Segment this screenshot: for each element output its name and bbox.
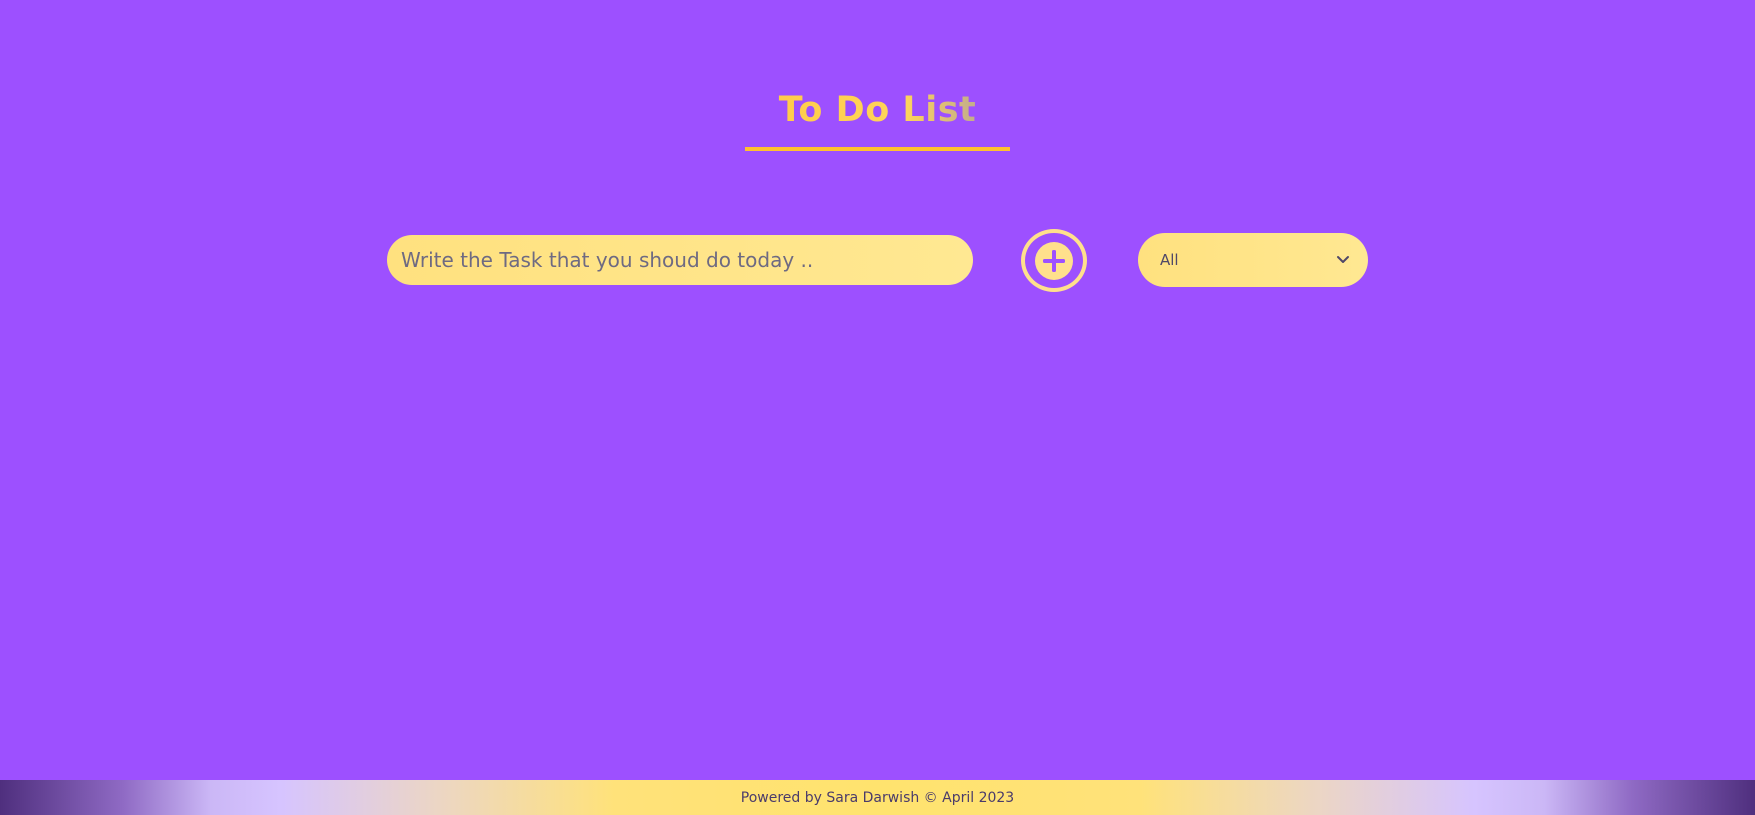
filter-selected-value: All	[1160, 251, 1179, 269]
title-wrapper: To Do List	[745, 86, 1010, 134]
page-title: To Do List	[745, 86, 1010, 134]
footer: Powered by Sara Darwish © April 2023	[0, 780, 1755, 815]
footer-credit: Powered by Sara Darwish © April 2023	[740, 789, 1015, 806]
filter-select[interactable]: All	[1138, 233, 1368, 287]
add-task-button[interactable]	[1021, 229, 1087, 292]
chevron-down-icon	[1336, 255, 1350, 265]
plus-circle-icon	[1033, 240, 1075, 282]
task-input[interactable]	[387, 235, 973, 285]
title-underline	[745, 147, 1010, 151]
